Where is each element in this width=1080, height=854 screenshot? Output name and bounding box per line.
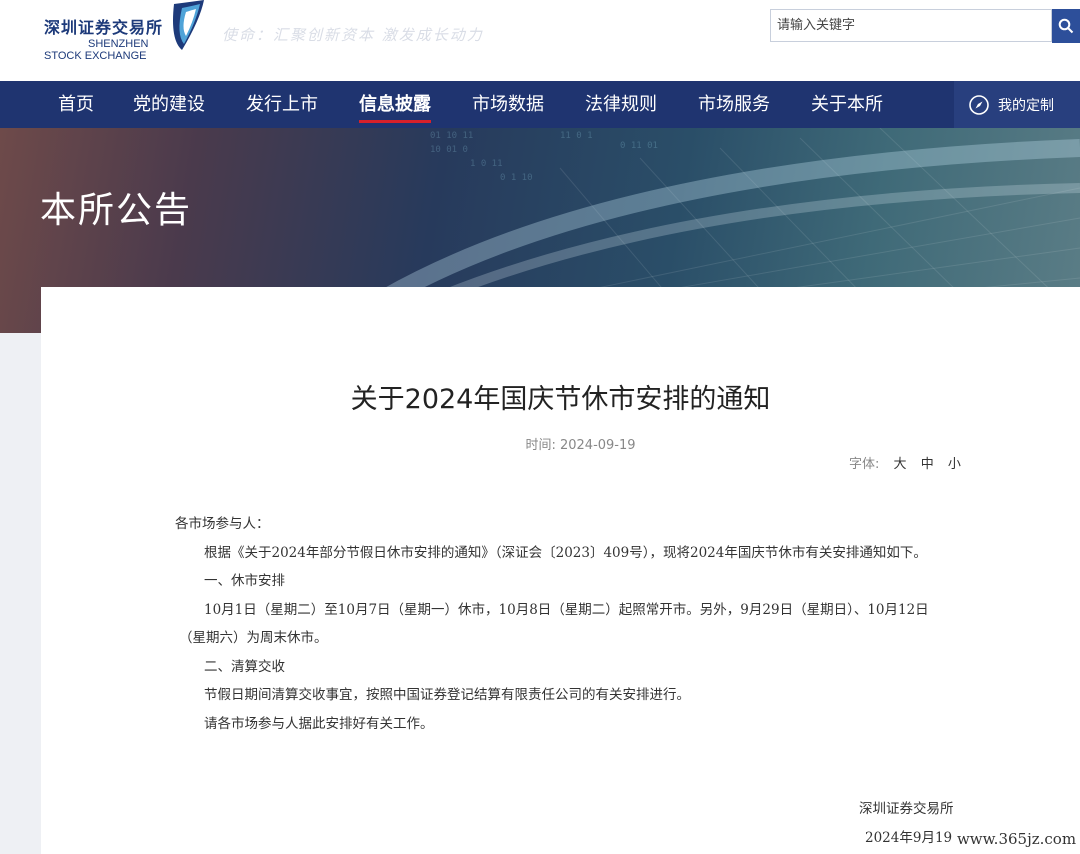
logo-chinese[interactable]: 深圳证券交易所: [44, 14, 163, 38]
signature-org: 深圳证券交易所: [859, 801, 954, 817]
my-custom-label: 我的定制: [998, 97, 1054, 114]
site-header: 深圳证券交易所 SHENZHEN STOCK EXCHANGE 使命：汇聚创新资…: [0, 0, 1080, 81]
font-size-label: 字体:: [849, 457, 880, 472]
svg-text:11 0 1: 11 0 1: [560, 131, 593, 141]
font-size-large[interactable]: 大: [894, 457, 907, 472]
salutation: 各市场参与人：: [175, 516, 270, 532]
search-box[interactable]: [770, 9, 1053, 42]
logo-english-line2: STOCK EXCHANGE: [44, 50, 147, 62]
my-custom-button[interactable]: 我的定制: [954, 81, 1080, 128]
nav-item-market-data[interactable]: 市场数据: [472, 81, 544, 128]
paragraph: 节假日期间清算交收事宜，按照中国证券登记结算有限责任公司的有关安排进行。: [204, 687, 690, 703]
nav-item-disclosure[interactable]: 信息披露: [359, 81, 431, 128]
paragraph: 请各市场参与人据此安排好有关工作。: [204, 716, 434, 732]
article-title: 关于2024年国庆节休市安排的通知: [350, 384, 771, 415]
signature-date: 2024年9月19日: [865, 830, 966, 846]
nav-item-home[interactable]: 首页: [58, 81, 94, 128]
watermark: www.365jz.com: [953, 826, 1080, 852]
banner-title: 本所公告: [40, 190, 193, 231]
font-size-medium[interactable]: 中: [921, 457, 934, 472]
font-size-switcher: 字体: 大 中 小: [849, 453, 961, 472]
compass-icon: [969, 94, 989, 115]
font-size-small[interactable]: 小: [948, 457, 961, 472]
search-button[interactable]: [1052, 9, 1080, 43]
szse-logo-icon[interactable]: [160, 0, 212, 52]
svg-text:10 01 0: 10 01 0: [430, 145, 468, 155]
nav-item-rules[interactable]: 法律规则: [585, 81, 657, 128]
search-icon: [1058, 18, 1074, 34]
section-heading: 二、清算交收: [204, 659, 285, 675]
article-card: 关于2024年国庆节休市安排的通知 时间: 2024-09-19 字体: 大 中…: [41, 287, 1080, 854]
svg-text:0 1 10: 0 1 10: [500, 173, 533, 183]
paragraph: 根据《关于2024年部分节假日休市安排的通知》（深证会〔2023〕409号），现…: [204, 545, 927, 561]
slogan: 使命：汇聚创新资本 激发成长动力: [222, 26, 484, 44]
paragraph: 10月1日（星期二）至10月7日（星期一）休市，10月8日（星期二）起照常开市。…: [204, 602, 929, 618]
paragraph-continuation: （星期六）为周末休市。: [179, 630, 328, 646]
search-input[interactable]: [771, 10, 1053, 41]
nav-item-about[interactable]: 关于本所: [811, 81, 883, 128]
publish-time: 时间: 2024-09-19: [41, 434, 1080, 453]
main-nav: 首页 党的建设 发行上市 信息披露 市场数据 法律规则 市场服务 关于本所 我的…: [0, 81, 1080, 128]
svg-text:01 10 11: 01 10 11: [430, 131, 473, 141]
logo-english-line1: SHENZHEN: [88, 38, 149, 50]
section-heading: 一、休市安排: [204, 573, 285, 589]
svg-text:0 11 01: 0 11 01: [620, 141, 658, 151]
nav-item-services[interactable]: 市场服务: [698, 81, 770, 128]
time-value: 2024-09-19: [559, 438, 636, 453]
time-label: 时间:: [525, 438, 556, 453]
nav-item-party-building[interactable]: 党的建设: [133, 81, 205, 128]
nav-item-listing[interactable]: 发行上市: [246, 81, 318, 128]
svg-text:1 0 11: 1 0 11: [470, 159, 503, 169]
